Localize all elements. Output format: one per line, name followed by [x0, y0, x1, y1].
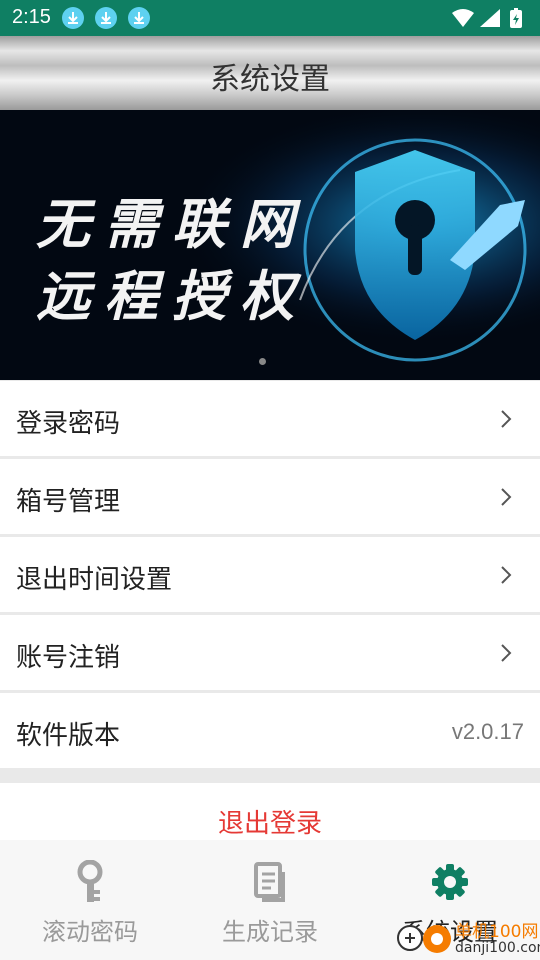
menu-item-box-management[interactable]: 箱号管理 [0, 459, 540, 534]
menu-item-label: 退出时间设置 [16, 565, 173, 595]
tab-label: 生成记录 [222, 918, 318, 946]
watermark-title: 单机100网 [455, 922, 539, 942]
chevron-right-icon [501, 488, 512, 506]
chevron-right-icon [501, 410, 512, 428]
status-bar: 2:15 [0, 0, 540, 36]
version-value: v2.0.17 [451, 719, 524, 744]
menu-item-label: 箱号管理 [16, 487, 121, 517]
menu-item-logout-time[interactable]: 退出时间设置 [0, 537, 540, 612]
chevron-right-icon [501, 644, 512, 662]
logout-label: 退出登录 [217, 809, 322, 839]
key-icon [77, 860, 103, 902]
banner-slogan-line2: 远程授权 [36, 265, 308, 328]
chevron-right-icon [501, 566, 512, 584]
tab-generate-records[interactable]: 生成记录 [180, 840, 360, 960]
status-time: 2:15 [12, 6, 51, 28]
menu-item-label: 登录密码 [16, 409, 121, 439]
system-status-icons [452, 8, 522, 28]
carousel-dot[interactable] [259, 358, 266, 365]
page-title: 系统设置 [210, 62, 330, 97]
watermark-logo [397, 925, 451, 953]
menu-item-label: 账号注销 [16, 643, 121, 673]
watermark-url: danji100.com [455, 940, 540, 956]
download-notification-icon [62, 7, 84, 29]
tab-rolling-password[interactable]: 滚动密码 [0, 840, 180, 960]
logout-button[interactable]: 退出登录 [0, 783, 540, 843]
site-watermark: 单机100网 danji100.com [395, 915, 540, 960]
document-icon [254, 862, 285, 902]
gear-icon [432, 864, 468, 900]
download-notification-icon [128, 7, 150, 29]
banner-slogan-line1: 无需联网 [36, 193, 308, 256]
menu-item-software-version: 软件版本 v2.0.17 [0, 693, 540, 768]
promo-banner[interactable]: 无需联网 远程授权 [0, 110, 540, 380]
menu-item-label: 软件版本 [16, 721, 121, 751]
menu-item-account-cancel[interactable]: 账号注销 [0, 615, 540, 690]
app-header: 系统设置 [0, 36, 540, 110]
download-notification-icon [95, 7, 117, 29]
menu-item-login-password[interactable]: 登录密码 [0, 381, 540, 456]
wifi-icon [452, 9, 474, 27]
tab-label: 滚动密码 [42, 918, 138, 946]
signal-icon [480, 9, 500, 27]
